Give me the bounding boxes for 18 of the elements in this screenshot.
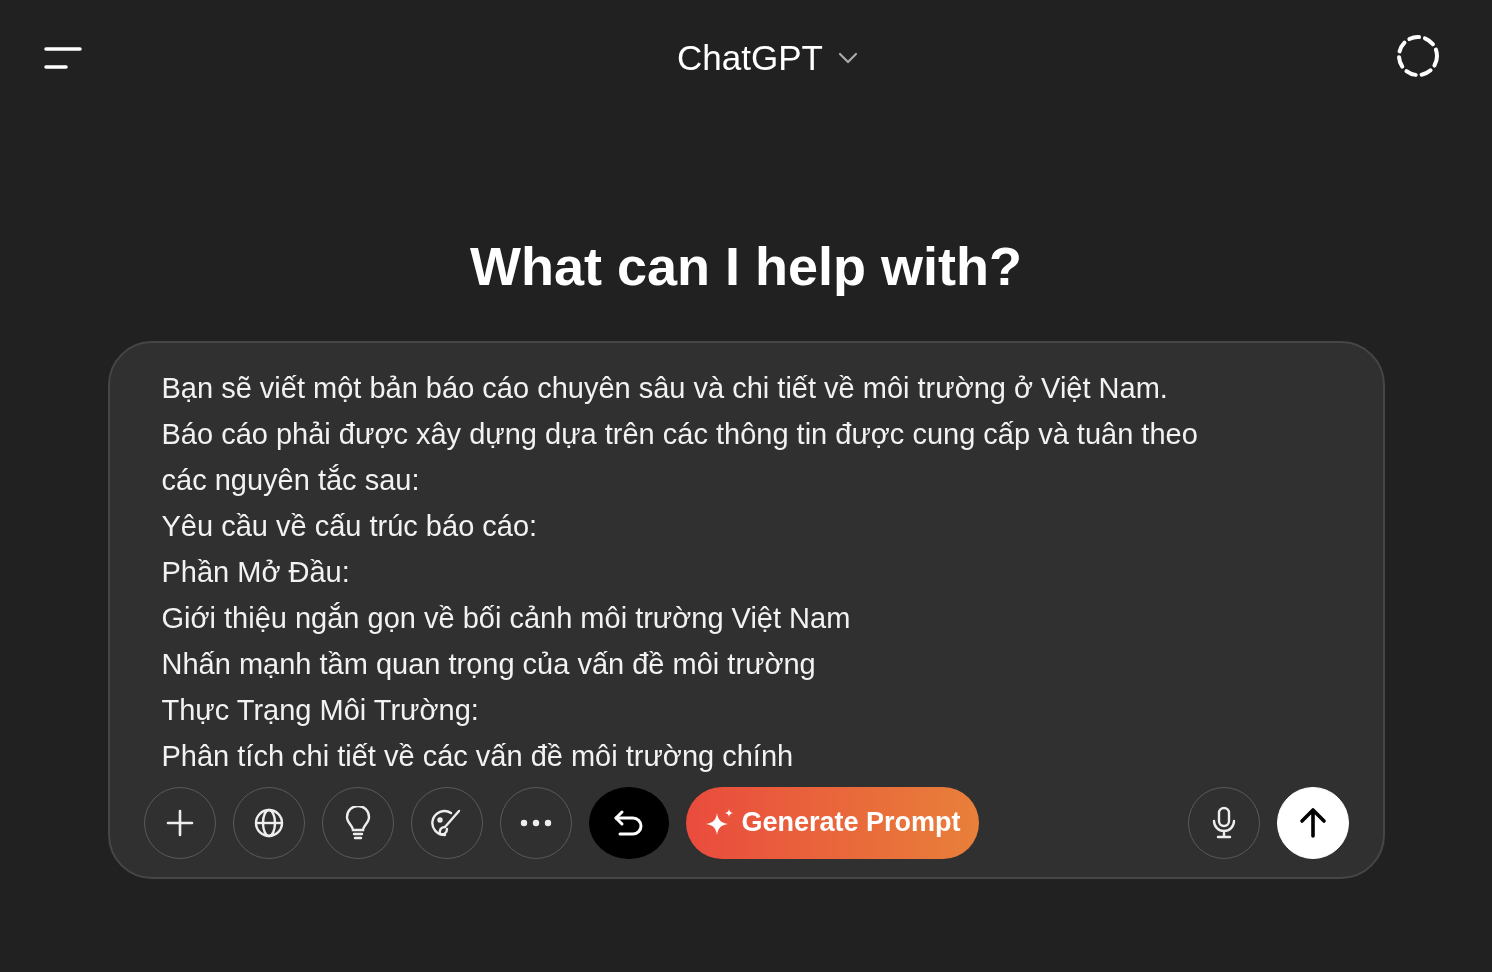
- prompt-line: Phân tích chi tiết về các vấn đề môi trường chính: [161, 738, 795, 774]
- arrow-up-icon: [1297, 806, 1328, 839]
- microphone-icon: [1210, 805, 1237, 840]
- prompt-line: Giới thiệu ngắn gọn về bối cảnh môi trường Việt Nam: [161, 600, 852, 636]
- prompt-line: Yêu cầu về cấu trúc báo cáo:: [161, 508, 539, 544]
- more-icon: [519, 818, 552, 827]
- lightbulb-icon: [343, 805, 372, 840]
- prompt-line: Thực Trạng Môi Trường:: [161, 692, 480, 728]
- globe-icon: [252, 806, 285, 839]
- model-selector[interactable]: ChatGPT: [677, 38, 859, 78]
- prompt-line: Phần Mở Đầu:: [161, 554, 351, 590]
- prompt-line: Nhấn mạnh tầm quan trọng của vấn đề môi trường: [161, 646, 817, 682]
- chevron-icon: [836, 51, 859, 65]
- menu-icon[interactable]: [44, 46, 82, 70]
- plus-icon: [164, 807, 195, 838]
- heading: What can I help with?: [470, 235, 1022, 298]
- prompt-line: Báo cáo phải được xây dựng dựa trên các thông tin được cung cấp và tuân theo các nguyên tắc sau:: [161, 416, 1199, 498]
- prompt-line: Bạn sẽ viết một bản báo cáo chuyên sâu và chi tiết về môi trường ở Việt Nam.: [161, 370, 1169, 406]
